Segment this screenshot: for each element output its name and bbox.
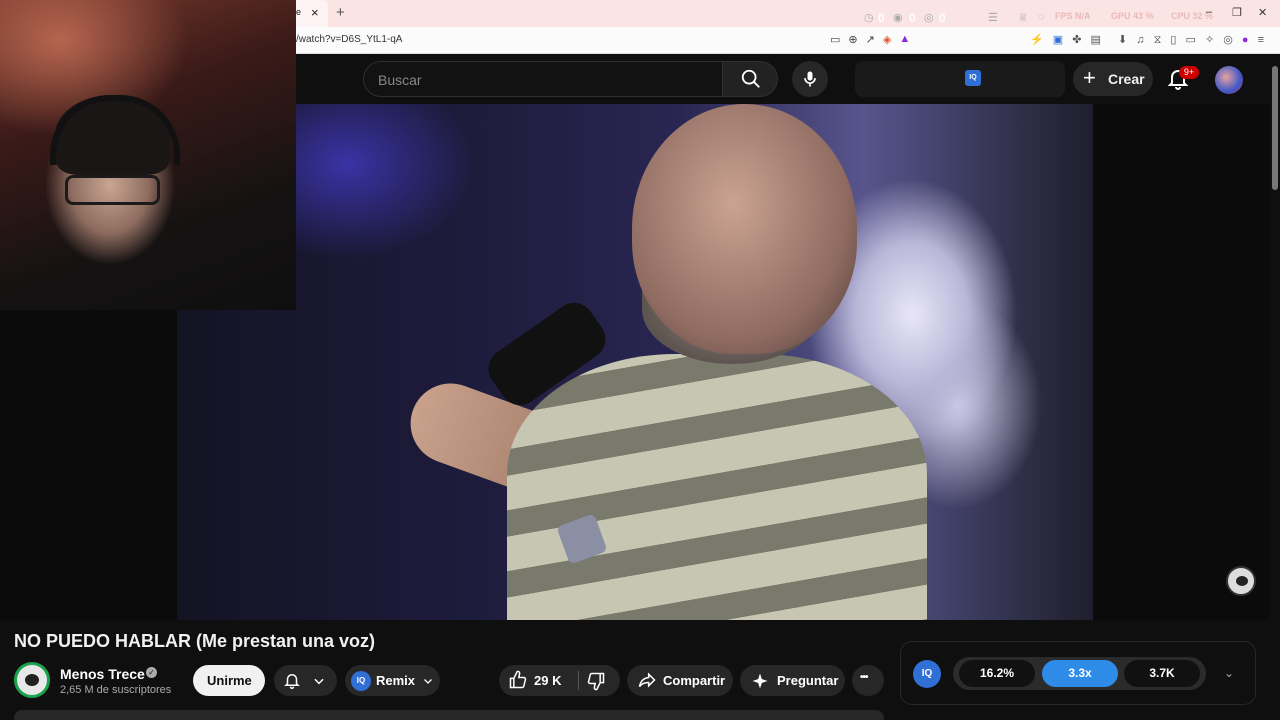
iq-chip-multiplier[interactable]: 3.3x: [1042, 660, 1118, 687]
stat-count-2: 0: [909, 11, 916, 25]
like-dislike-group: 29 K: [499, 665, 620, 696]
subscribe-bell-button[interactable]: [274, 665, 337, 696]
video-title: NO PUEDO HABLAR (Me prestan una voz): [14, 631, 376, 651]
webcam-overlay: [0, 0, 296, 310]
share-icon: [638, 672, 656, 688]
like-button[interactable]: 29 K: [499, 665, 577, 696]
profile-icon[interactable]: ●: [1242, 34, 1249, 46]
voice-search-button[interactable]: [792, 61, 828, 97]
search-icon: [741, 69, 760, 88]
extension-stats-pill[interactable]: [855, 61, 1065, 97]
ask-label: Preguntar: [777, 673, 839, 688]
menu-icon[interactable]: ≡: [1258, 34, 1264, 46]
chat-icon[interactable]: ◌: [1038, 11, 1045, 23]
maximize-button[interactable]: ❐: [1232, 6, 1242, 19]
plus-icon: +: [1083, 65, 1096, 90]
split-view-icon[interactable]: ▯: [1170, 34, 1176, 46]
create-label: Crear: [1108, 71, 1145, 87]
brave-rewards-icon[interactable]: ▲: [899, 33, 910, 46]
video-frame-shirt: [507, 354, 927, 620]
sparkle-icon: [752, 673, 768, 689]
list-icon[interactable]: ☰: [988, 11, 998, 24]
video-player[interactable]: [177, 104, 1093, 620]
gpu-readout: GPU 43 %: [1111, 11, 1154, 21]
channel-avatar[interactable]: [14, 662, 50, 698]
browser-tab[interactable]: e ×: [296, 0, 328, 27]
thumbs-down-icon: [587, 672, 605, 691]
search-placeholder: Buscar: [378, 72, 422, 88]
sidebar-toggle-icon[interactable]: ▤: [1091, 34, 1101, 46]
address-bar-icons: ▭ ⊕ ↗ ◈ ▲: [830, 33, 910, 46]
chevron-down-icon: [424, 679, 432, 684]
dislike-button[interactable]: [579, 665, 620, 696]
translate-icon[interactable]: ▣: [1053, 34, 1063, 46]
history-icon[interactable]: ⧖: [1154, 34, 1162, 46]
extension-toolbar: ⚡ ▣ ✤ ▤ ⬇ ♫ ⧖ ▯ ▭ ✧ ◎ ● ≡: [1030, 33, 1264, 47]
like-count: 29 K: [534, 673, 562, 688]
brave-shield-icon[interactable]: ◈: [883, 33, 891, 46]
remix-button[interactable]: IQ Remix: [345, 665, 440, 696]
verified-icon: ✓: [146, 667, 157, 678]
vpn-icon[interactable]: ◎: [1223, 34, 1233, 46]
description-box[interactable]: [14, 710, 884, 720]
more-actions-button[interactable]: •••: [852, 665, 884, 696]
iq-icon: IQ: [351, 671, 371, 691]
subscriber-count: 2,65 M de suscriptores: [60, 684, 172, 696]
new-tab-button[interactable]: +: [336, 4, 345, 21]
chevron-down-icon: [314, 678, 324, 685]
share-label: Compartir: [663, 673, 726, 688]
channel-watermark-icon[interactable]: [1226, 566, 1256, 596]
ask-button[interactable]: Preguntar: [740, 665, 845, 696]
iq-logo-icon[interactable]: IQ: [913, 660, 941, 688]
eye-icon: ◉: [893, 12, 903, 24]
browser-tab-bar: e × + FPS N/A GPU 43 % CPU 32 % – ❐ ✕: [296, 0, 1280, 27]
tab-title: e: [296, 7, 302, 17]
stat-count-1: 0: [878, 11, 885, 25]
microphone-icon: [804, 71, 816, 87]
create-button[interactable]: + Crear: [1073, 62, 1153, 96]
remix-label: Remix: [376, 673, 416, 688]
download-icon[interactable]: ⬇: [1118, 34, 1127, 46]
wallet-icon[interactable]: ▭: [1186, 34, 1196, 46]
share-button[interactable]: Compartir: [627, 665, 733, 696]
scrollbar-thumb[interactable]: [1272, 66, 1278, 190]
thumbs-up-icon: [509, 670, 527, 689]
zoom-icon[interactable]: ⊕: [848, 33, 857, 46]
ext-arrow-icon[interactable]: ⚡: [1030, 34, 1044, 46]
search-button[interactable]: [722, 61, 778, 97]
stat-count-3: 0: [939, 11, 946, 25]
url-field[interactable]: /watch?v=D6S_YtL1-qA: [296, 34, 402, 45]
account-avatar[interactable]: [1215, 66, 1243, 94]
close-window-button[interactable]: ✕: [1258, 6, 1267, 19]
share-page-icon[interactable]: ↗: [866, 33, 875, 46]
extensions-icon[interactable]: ✤: [1072, 34, 1081, 46]
tab-close-icon[interactable]: ×: [311, 5, 319, 20]
notifications-badge: 9+: [1179, 66, 1199, 79]
leo-icon[interactable]: ✧: [1205, 34, 1214, 46]
bell-icon: [284, 674, 300, 689]
webcam-glasses: [65, 175, 160, 205]
iq-extension-icon[interactable]: IQ: [965, 70, 981, 86]
join-label: Unirme: [207, 673, 252, 688]
iq-chip-count[interactable]: 3.7K: [1124, 660, 1200, 687]
fps-readout: FPS N/A: [1055, 11, 1091, 21]
minimize-button[interactable]: –: [1206, 6, 1212, 18]
trophy-icon[interactable]: ♕: [1018, 11, 1028, 24]
install-icon[interactable]: ▭: [830, 33, 840, 46]
more-icon: •••: [860, 672, 868, 683]
search-input[interactable]: Buscar: [363, 61, 723, 97]
clock-icon: ◷: [864, 12, 874, 24]
eye-outline-icon: ◎: [924, 12, 934, 24]
media-icon[interactable]: ♫: [1136, 34, 1144, 46]
youtube-watch-page: e × + FPS N/A GPU 43 % CPU 32 % – ❐ ✕ /w…: [0, 0, 1280, 720]
join-button[interactable]: Unirme: [193, 665, 265, 696]
channel-name[interactable]: Menos Trece: [60, 666, 145, 682]
webcam-headset: [50, 95, 180, 165]
chevron-down-icon[interactable]: ⌄: [1224, 666, 1234, 680]
video-frame-head: [632, 104, 857, 354]
iq-chip-percent[interactable]: 16.2%: [959, 660, 1035, 687]
